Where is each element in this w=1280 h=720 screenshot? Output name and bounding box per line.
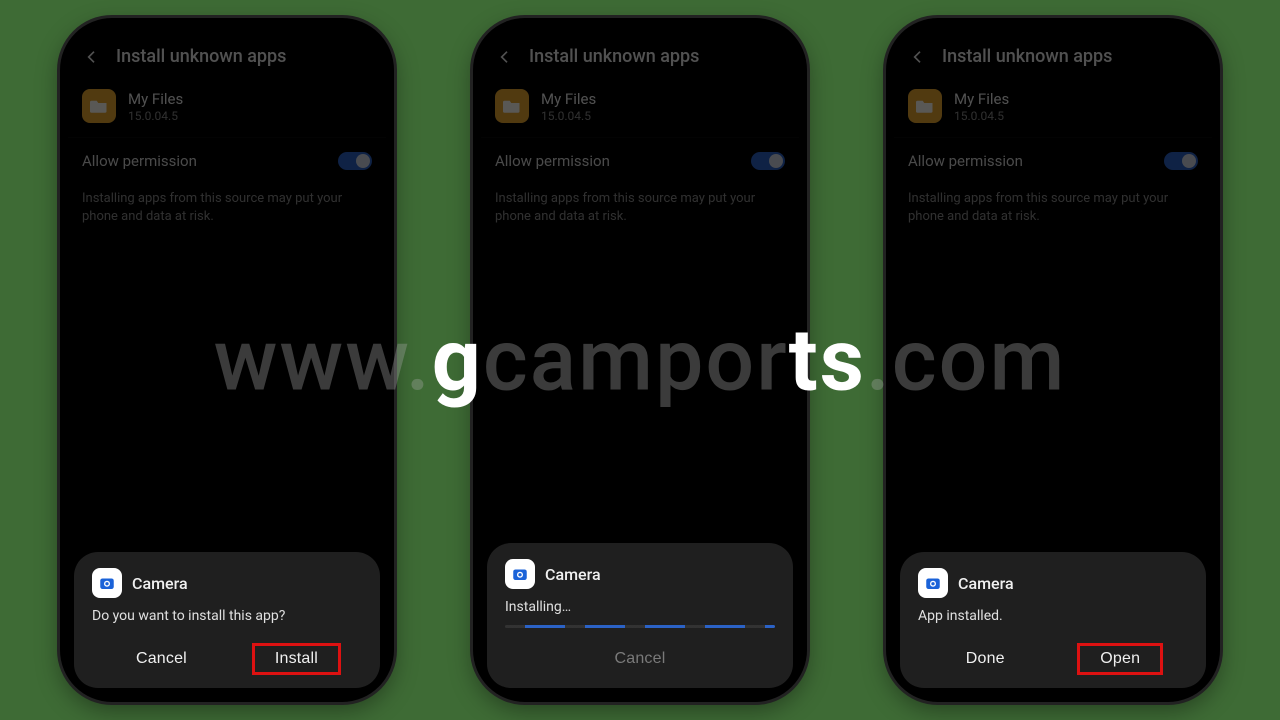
- install-dialog: Camera App installed. Done Open: [900, 552, 1206, 688]
- source-app-row[interactable]: My Files 15.0.04.5: [68, 79, 386, 137]
- source-app-version: 15.0.04.5: [954, 109, 1009, 123]
- install-dialog: Camera Do you want to install this app? …: [74, 552, 380, 688]
- dialog-message: Installing…: [505, 599, 775, 615]
- screen-2: Install unknown apps My Files 15.0.04.5 …: [481, 26, 799, 694]
- source-app-name: My Files: [128, 90, 183, 108]
- permission-row: Allow permission: [68, 137, 386, 184]
- phone-notch: [575, 18, 705, 42]
- dialog-message: Do you want to install this app?: [92, 608, 362, 624]
- permission-label: Allow permission: [82, 152, 197, 170]
- source-app-name: My Files: [541, 90, 596, 108]
- source-app-version: 15.0.04.5: [128, 109, 183, 123]
- phone-notch: [988, 18, 1118, 42]
- dialog-app-name: Camera: [132, 574, 188, 593]
- permission-row: Allow permission: [481, 137, 799, 184]
- phone-frame-1: Install unknown apps My Files 15.0.04.5 …: [60, 18, 394, 702]
- page-title: Install unknown apps: [529, 46, 699, 67]
- permission-description: Installing apps from this source may put…: [894, 184, 1212, 226]
- page-title: Install unknown apps: [942, 46, 1112, 67]
- camera-icon: [92, 568, 122, 598]
- open-button[interactable]: Open: [1078, 644, 1162, 674]
- dialog-app-name: Camera: [958, 574, 1014, 593]
- permission-description: Installing apps from this source may put…: [481, 184, 799, 226]
- source-app-version: 15.0.04.5: [541, 109, 596, 123]
- permission-label: Allow permission: [495, 152, 610, 170]
- source-app-row[interactable]: My Files 15.0.04.5: [481, 79, 799, 137]
- done-button[interactable]: Done: [944, 644, 1027, 674]
- permission-toggle[interactable]: [338, 152, 372, 170]
- permission-label: Allow permission: [908, 152, 1023, 170]
- install-button[interactable]: Install: [253, 644, 340, 674]
- install-dialog: Camera Installing… Cancel: [487, 543, 793, 688]
- permission-toggle[interactable]: [1164, 152, 1198, 170]
- folder-icon: [82, 89, 116, 123]
- screen-1: Install unknown apps My Files 15.0.04.5 …: [68, 26, 386, 694]
- cancel-button[interactable]: Cancel: [114, 644, 209, 674]
- permission-description: Installing apps from this source may put…: [68, 184, 386, 226]
- source-app-row[interactable]: My Files 15.0.04.5: [894, 79, 1212, 137]
- back-icon[interactable]: [908, 47, 928, 67]
- folder-icon: [908, 89, 942, 123]
- source-app-name: My Files: [954, 90, 1009, 108]
- phone-notch: [162, 18, 292, 42]
- folder-icon: [495, 89, 529, 123]
- install-progress-bar: [505, 625, 775, 628]
- screen-3: Install unknown apps My Files 15.0.04.5 …: [894, 26, 1212, 694]
- cancel-button[interactable]: Cancel: [592, 644, 687, 674]
- dialog-app-name: Camera: [545, 565, 601, 584]
- page-title: Install unknown apps: [116, 46, 286, 67]
- dialog-message: App installed.: [918, 608, 1188, 624]
- camera-icon: [505, 559, 535, 589]
- permission-row: Allow permission: [894, 137, 1212, 184]
- permission-toggle[interactable]: [751, 152, 785, 170]
- back-icon[interactable]: [82, 47, 102, 67]
- back-icon[interactable]: [495, 47, 515, 67]
- camera-icon: [918, 568, 948, 598]
- phone-frame-2: Install unknown apps My Files 15.0.04.5 …: [473, 18, 807, 702]
- phone-frame-3: Install unknown apps My Files 15.0.04.5 …: [886, 18, 1220, 702]
